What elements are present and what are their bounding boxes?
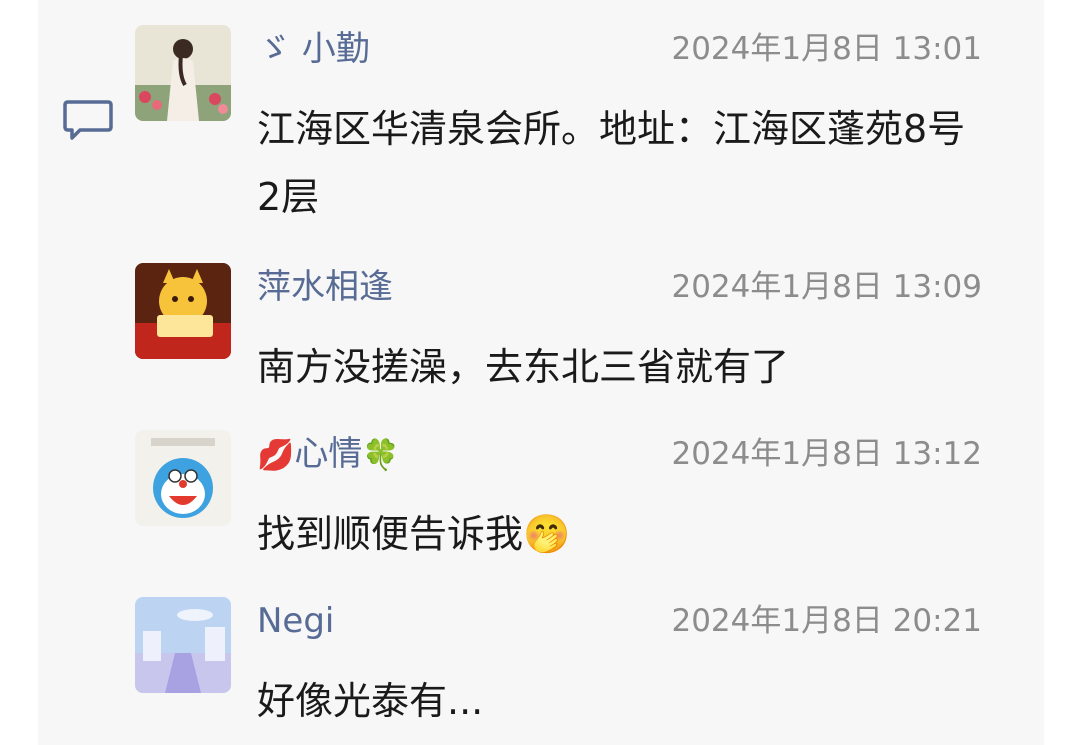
comment-text: 好像光泰有... [257,679,484,723]
avatar[interactable] [135,25,231,121]
kiss-emoji-icon: 💋 [257,438,295,473]
clover-emoji-icon: 🍀 [362,438,400,473]
comment-time: 2024年1月8日 20:21 [671,603,982,639]
comment-author[interactable]: ゞ 小勤 [257,27,370,71]
comment-time: 2024年1月8日 13:09 [671,269,982,305]
comment-bubble-icon[interactable] [62,98,114,142]
avatar[interactable] [135,430,231,526]
avatar[interactable] [135,263,231,359]
avatar[interactable] [135,597,231,693]
comment-author[interactable]: 💋心情🍀 [257,432,400,478]
comment-author-name: 心情 [294,434,363,474]
comment-text: 江海区华清泉会所。地址：江海区蓬苑8号2层 [257,107,966,219]
comment-text: 找到顺便告诉我🤭 [257,512,571,556]
comment-time: 2024年1月8日 13:01 [671,31,982,67]
comment-author[interactable]: 萍水相逢 [257,265,393,309]
comment-time: 2024年1月8日 13:12 [671,436,982,472]
comment-author[interactable]: Negi [257,599,334,643]
comment-text: 南方没搓澡，去东北三省就有了 [257,345,790,389]
